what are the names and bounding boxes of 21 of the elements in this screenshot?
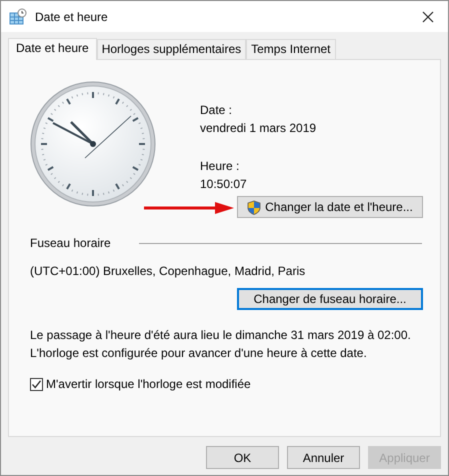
time-label: Heure : — [200, 158, 240, 175]
checkbox[interactable] — [30, 378, 43, 390]
notify-checkbox[interactable]: M'avertir lorsque l'horloge est modifiée — [30, 377, 424, 391]
dialog-button[interactable]: Annuler — [287, 446, 360, 469]
close-icon[interactable] — [422, 10, 434, 22]
shield-icon — [247, 200, 262, 214]
tab[interactable]: Date et heure — [8, 38, 97, 60]
change-date-time-button[interactable]: Changer la date et l'heure... — [237, 196, 423, 218]
change-timezone-button[interactable]: Changer de fuseau horaire... — [237, 288, 423, 310]
dst-notice-line: Le passage à l'heure d'été aura lieu le dimanche 31 mars 2019 à 02:00. — [30, 327, 411, 344]
date-value: vendredi 1 mars 2019 — [200, 120, 316, 137]
time-value: 10:50:07 — [200, 176, 248, 193]
dialog-button[interactable]: OK — [206, 446, 279, 469]
calendar-clock-icon — [9, 8, 27, 26]
date-label: Date : — [200, 102, 234, 119]
section-heading: Fuseau horaire — [30, 236, 111, 250]
dst-notice-line: L'horloge est configurée pour avancer d'une heure à cette date. — [30, 345, 367, 362]
tab[interactable]: Temps Internet — [246, 39, 336, 59]
tab[interactable]: Horloges supplémentaires — [96, 39, 246, 59]
timezone-value: (UTC+01:00) Bruxelles, Copenhague, Madrid, Paris — [30, 263, 306, 280]
window-title: Date et heure — [35, 10, 109, 24]
